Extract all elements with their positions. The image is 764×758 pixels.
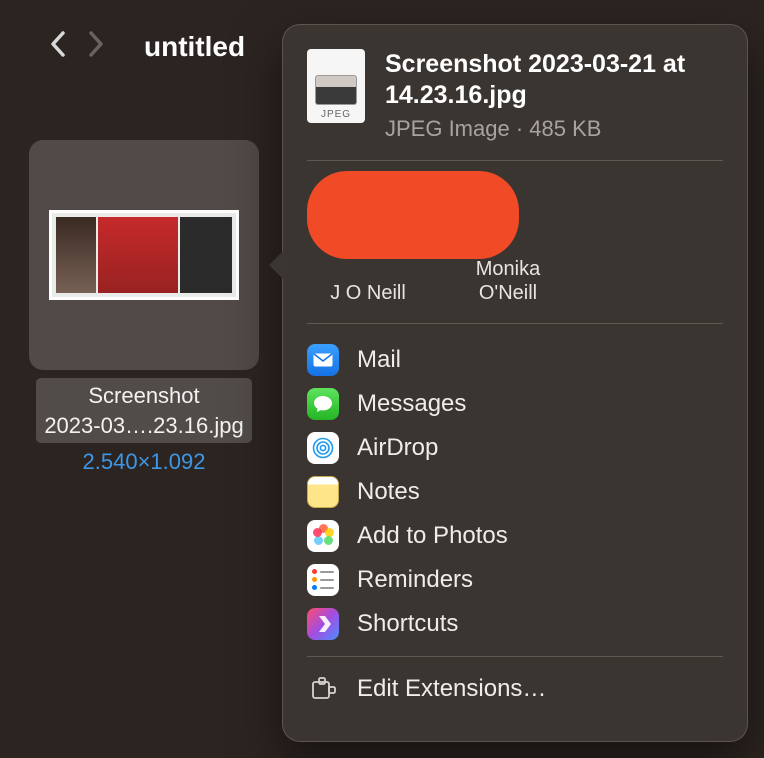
share-action-messages[interactable]: Messages xyxy=(307,382,723,426)
notes-icon xyxy=(307,476,339,508)
messages-icon xyxy=(307,388,339,420)
popover-header: JPEG Screenshot 2023-03-21 at 14.23.16.j… xyxy=(307,49,723,142)
edit-extensions-button[interactable]: Edit Extensions… xyxy=(307,667,723,711)
share-action-reminders[interactable]: Reminders xyxy=(307,558,723,602)
share-action-notes[interactable]: Notes xyxy=(307,470,723,514)
extensions-icon xyxy=(307,673,339,705)
share-action-shortcuts[interactable]: Shortcuts xyxy=(307,602,723,646)
action-label: Mail xyxy=(357,346,401,374)
file-dimensions: 2.540×1.092 xyxy=(26,449,262,475)
file-type-badge: JPEG xyxy=(321,109,351,120)
folder-title: untitled xyxy=(144,31,245,63)
action-label: Notes xyxy=(357,478,420,506)
nav-forward-icon[interactable] xyxy=(88,30,104,64)
reminders-icon xyxy=(307,564,339,596)
action-label: Add to Photos xyxy=(357,522,508,550)
person-name: Monika O'Neill xyxy=(476,257,540,305)
suggested-people-row: J O Neill Monika O'Neill xyxy=(307,175,723,305)
action-label: Shortcuts xyxy=(357,610,458,638)
share-action-airdrop[interactable]: AirDrop xyxy=(307,426,723,470)
airdrop-icon xyxy=(307,432,339,464)
redaction-overlay xyxy=(307,171,519,259)
thumbnail-image xyxy=(49,210,239,300)
file-thumbnail[interactable] xyxy=(29,140,259,370)
edit-extensions-label: Edit Extensions… xyxy=(357,675,546,703)
path-bar: untitled xyxy=(50,30,245,64)
popover-file-meta: JPEG Image · 485 KB xyxy=(385,116,723,142)
action-label: AirDrop xyxy=(357,434,438,462)
photos-icon xyxy=(307,520,339,552)
file-type-icon: JPEG xyxy=(307,49,365,123)
mail-icon xyxy=(307,344,339,376)
file-caption: Screenshot 2023-03….23.16.jpg 2.540×1.09… xyxy=(26,378,262,475)
popover-filename: Screenshot 2023-03-21 at 14.23.16.jpg xyxy=(385,49,723,112)
person-name: J O Neill xyxy=(330,281,406,305)
share-action-photos[interactable]: Add to Photos xyxy=(307,514,723,558)
nav-back-icon[interactable] xyxy=(50,30,66,64)
file-name-label[interactable]: Screenshot 2023-03….23.16.jpg xyxy=(36,378,251,443)
share-action-mail[interactable]: Mail xyxy=(307,338,723,382)
action-label: Reminders xyxy=(357,566,473,594)
share-popover: JPEG Screenshot 2023-03-21 at 14.23.16.j… xyxy=(282,24,748,742)
action-label: Messages xyxy=(357,390,466,418)
share-actions-list: Mail Messages AirDrop Notes xyxy=(307,338,723,646)
shortcuts-icon xyxy=(307,608,339,640)
